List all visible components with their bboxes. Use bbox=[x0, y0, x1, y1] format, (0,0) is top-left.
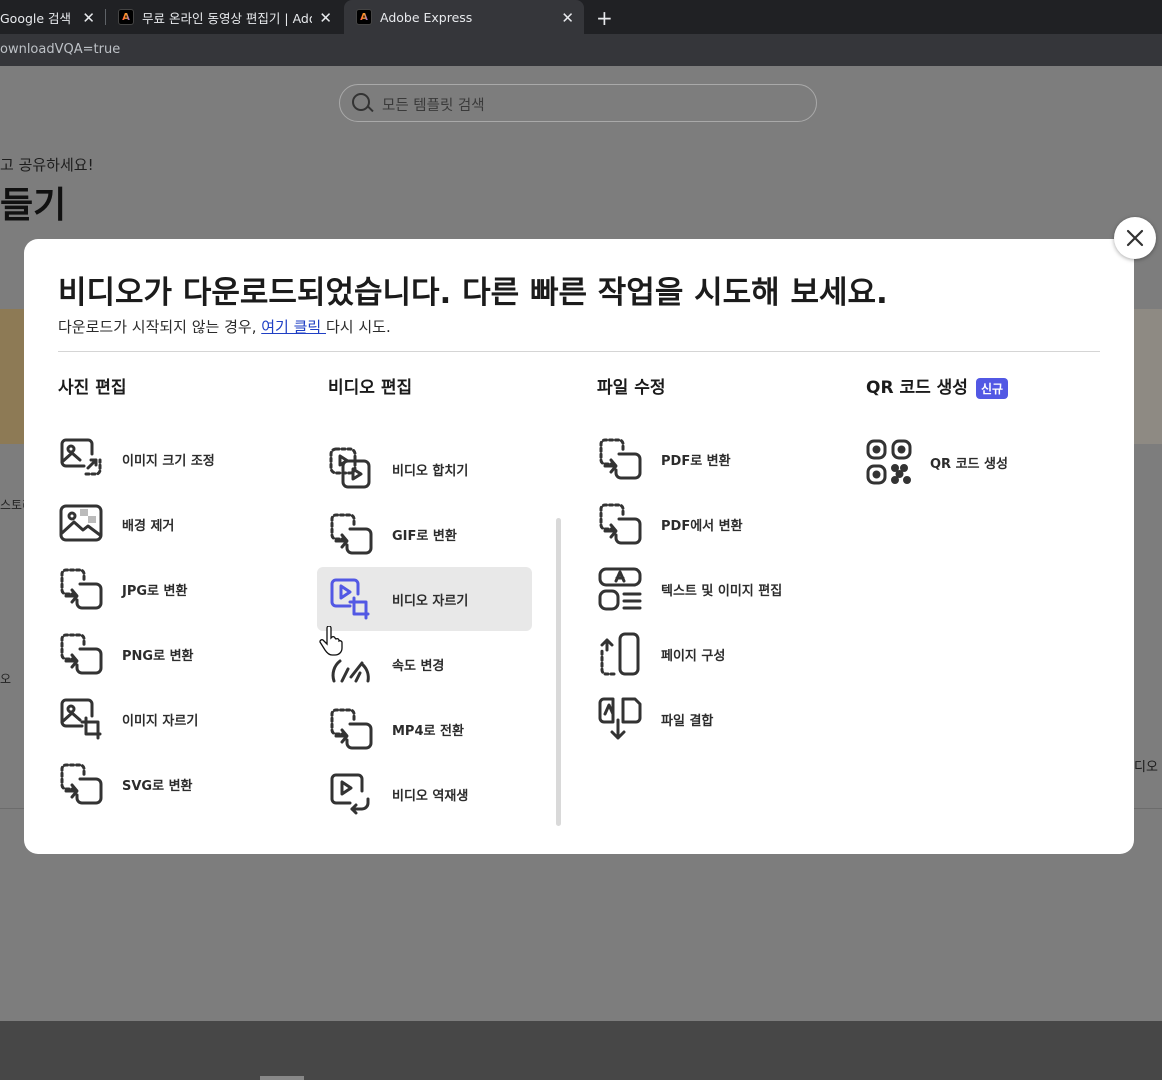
action-trim-video[interactable]: 비디오 자르기 bbox=[317, 567, 532, 631]
action-label: 비디오 자르기 bbox=[392, 593, 469, 609]
action-resize-image[interactable]: 이미지 크기 조정 bbox=[58, 427, 215, 491]
modal-close-button[interactable] bbox=[1114, 217, 1156, 259]
modal-subtitle: 다운로드가 시작되지 않는 경우, 여기 클릭 다시 시도. bbox=[58, 316, 391, 337]
convert-file-icon bbox=[58, 631, 104, 677]
action-label: 비디오 합치기 bbox=[392, 463, 469, 479]
edit-pdf-icon bbox=[597, 566, 643, 612]
tab-adobe-express[interactable]: A Adobe Express ✕ bbox=[344, 0, 584, 34]
action-label: 파일 결합 bbox=[661, 713, 714, 729]
close-icon[interactable]: ✕ bbox=[319, 9, 332, 27]
organize-pages-icon bbox=[597, 631, 643, 677]
retry-link[interactable]: 여기 클릭 bbox=[261, 318, 326, 336]
search-icon bbox=[352, 93, 370, 111]
convert-file-icon bbox=[328, 706, 374, 752]
action-change-speed[interactable]: 속도 변경 bbox=[328, 632, 444, 696]
action-label: JPG로 변환 bbox=[122, 583, 188, 599]
subtitle-text: 다시 시도. bbox=[326, 318, 391, 336]
row-label: 오 bbox=[0, 672, 12, 686]
hero-title: 들기 bbox=[0, 185, 67, 226]
crop-image-icon bbox=[58, 696, 104, 742]
convert-file-icon bbox=[597, 436, 643, 482]
browser-tab-bar: Google 검색 ✕ A 무료 온라인 동영상 편집기 | Adobe ✕ A… bbox=[0, 0, 1162, 34]
adobe-express-icon: A bbox=[356, 9, 372, 25]
trim-video-icon bbox=[328, 576, 374, 622]
action-crop-image[interactable]: 이미지 자르기 bbox=[58, 687, 198, 751]
action-label: SVG로 변환 bbox=[122, 778, 193, 794]
close-icon bbox=[1126, 229, 1144, 247]
url-text[interactable]: ownloadVQA=true bbox=[0, 42, 120, 57]
action-merge-video[interactable]: 비디오 합치기 bbox=[328, 437, 468, 501]
action-convert-from-pdf[interactable]: PDF에서 변환 bbox=[597, 492, 743, 556]
qr-heading-text: QR 코드 생성 bbox=[866, 378, 968, 398]
action-label: MP4로 전환 bbox=[392, 723, 464, 739]
action-convert-svg[interactable]: SVG로 변환 bbox=[58, 752, 193, 816]
action-label: 비디오 역재생 bbox=[392, 788, 469, 804]
taskbar bbox=[0, 1021, 1162, 1080]
action-reverse-video[interactable]: 비디오 역재생 bbox=[328, 762, 468, 826]
action-label: 이미지 자르기 bbox=[122, 713, 199, 729]
merge-video-icon bbox=[328, 446, 374, 492]
subtitle-text: 다운로드가 시작되지 않는 경우, bbox=[58, 318, 262, 336]
action-organize-pages[interactable]: 페이지 구성 bbox=[597, 622, 725, 686]
action-label: PNG로 변환 bbox=[122, 648, 194, 664]
quick-actions-modal: 비디오가 다운로드되었습니다. 다른 빠른 작업을 시도해 보세요. 다운로드가… bbox=[24, 239, 1134, 854]
new-tab-plus-icon[interactable]: + bbox=[596, 6, 613, 30]
template-thumbnail bbox=[1134, 309, 1162, 444]
action-convert-png[interactable]: PNG로 변환 bbox=[58, 622, 193, 686]
action-convert-mp4[interactable]: MP4로 전환 bbox=[328, 697, 464, 761]
search-placeholder: 모든 템플릿 검색 bbox=[382, 98, 485, 114]
convert-file-icon bbox=[58, 566, 104, 612]
action-label: PDF로 변환 bbox=[661, 453, 731, 469]
video-edit-heading: 비디오 편집 bbox=[328, 378, 413, 398]
tab-title: 무료 온라인 동영상 편집기 | Adobe bbox=[142, 10, 312, 26]
address-bar[interactable]: ownloadVQA=true bbox=[0, 34, 1162, 66]
photo-edit-heading: 사진 편집 bbox=[58, 378, 127, 398]
tab-title: Adobe Express bbox=[380, 9, 473, 25]
action-label: PDF에서 변환 bbox=[661, 518, 743, 534]
new-badge: 신규 bbox=[975, 377, 1009, 399]
hand-cursor-icon bbox=[319, 625, 343, 660]
tab-video-editor[interactable]: A 무료 온라인 동영상 편집기 | Adobe ✕ bbox=[106, 0, 342, 34]
close-icon[interactable]: ✕ bbox=[82, 9, 95, 27]
template-thumbnail bbox=[0, 309, 24, 444]
action-label: 페이지 구성 bbox=[661, 648, 726, 664]
file-edit-heading: 파일 수정 bbox=[597, 378, 666, 398]
combine-files-icon bbox=[597, 696, 643, 742]
action-convert-to-pdf[interactable]: PDF로 변환 bbox=[597, 427, 731, 491]
convert-file-icon bbox=[58, 761, 104, 807]
divider bbox=[58, 351, 1100, 352]
close-icon[interactable]: ✕ bbox=[561, 9, 574, 27]
action-label: 속도 변경 bbox=[392, 658, 445, 674]
action-label: 이미지 크기 조정 bbox=[122, 453, 215, 469]
template-search-input[interactable]: 모든 템플릿 검색 bbox=[339, 84, 817, 122]
convert-file-icon bbox=[328, 511, 374, 557]
scrollbar[interactable] bbox=[556, 518, 561, 826]
action-convert-gif[interactable]: GIF로 변환 bbox=[328, 502, 457, 566]
action-label: 텍스트 및 이미지 편집 bbox=[661, 583, 783, 599]
tab-google-search[interactable]: Google 검색 ✕ bbox=[0, 0, 105, 34]
convert-file-icon bbox=[597, 501, 643, 547]
action-label: QR 코드 생성 bbox=[930, 456, 1008, 472]
taskbar-indicator bbox=[260, 1076, 304, 1080]
action-label: GIF로 변환 bbox=[392, 528, 457, 544]
adobe-express-icon: A bbox=[118, 9, 134, 25]
remove-background-icon bbox=[58, 501, 104, 547]
qr-code-heading: QR 코드 생성 신규 bbox=[866, 373, 1009, 399]
action-edit-text-images[interactable]: 텍스트 및 이미지 편집 bbox=[597, 557, 782, 621]
reverse-video-icon bbox=[328, 771, 374, 817]
action-convert-jpg[interactable]: JPG로 변환 bbox=[58, 557, 187, 621]
action-remove-background[interactable]: 배경 제거 bbox=[58, 492, 174, 556]
hero-subtitle: 고 공유하세요! bbox=[0, 156, 94, 174]
action-combine-files[interactable]: 파일 결합 bbox=[597, 687, 713, 751]
action-generate-qr[interactable]: QR 코드 생성 bbox=[866, 430, 1008, 494]
qr-code-icon bbox=[866, 439, 912, 485]
modal-title: 비디오가 다운로드되었습니다. 다른 빠른 작업을 시도해 보세요. bbox=[58, 275, 888, 311]
action-label: 배경 제거 bbox=[122, 518, 175, 534]
resize-image-icon bbox=[58, 436, 104, 482]
tab-title: Google 검색 bbox=[0, 10, 72, 26]
row-label: 디오 bbox=[1134, 760, 1158, 775]
